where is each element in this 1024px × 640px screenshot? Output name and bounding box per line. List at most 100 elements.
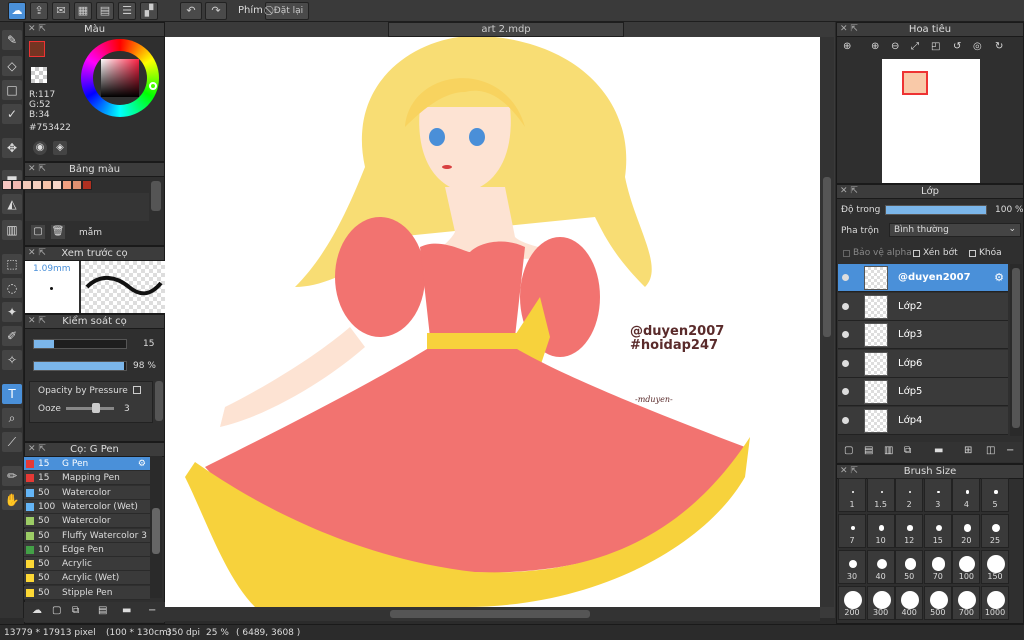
brush-folder-icon[interactable]: ▤	[98, 605, 107, 616]
color-set-icon[interactable]: ◈	[53, 141, 67, 155]
brush-size-preset[interactable]: 200	[838, 586, 866, 620]
brush-size-preset[interactable]: 1000	[981, 586, 1009, 620]
brush-size-preset[interactable]: 1	[838, 478, 866, 512]
hand-tool-icon[interactable]: ✋	[2, 490, 22, 510]
brush-size-preset[interactable]: 12	[895, 514, 924, 548]
brush-item[interactable]: 100 Watercolor (Wet)	[24, 499, 150, 514]
new-layer-halftone-icon[interactable]: ▤	[864, 445, 873, 456]
trash-icon[interactable]: 🗑	[51, 225, 65, 239]
undo-icon[interactable]: ↶	[180, 2, 202, 20]
palette-swatch[interactable]	[2, 180, 12, 190]
eye-icon[interactable]	[842, 359, 849, 367]
brush-size-slider[interactable]	[33, 339, 127, 349]
protect-alpha-checkbox[interactable]	[843, 250, 850, 257]
fit-window-icon[interactable]: ⤢	[911, 41, 919, 52]
zoom-in-icon[interactable]: ⊕	[871, 41, 879, 52]
clip-checkbox[interactable]	[913, 250, 920, 257]
opacity-pressure-checkbox[interactable]	[133, 386, 141, 394]
layer-item[interactable]: Lớp6	[838, 349, 1008, 378]
list-icon[interactable]: ☰	[118, 2, 136, 20]
brush-item[interactable]: 50 Stipple Pen	[24, 585, 150, 600]
lasso-icon[interactable]: ◌	[2, 278, 22, 298]
new-layer-type-icon[interactable]: ▥	[884, 445, 893, 456]
new-palette-icon[interactable]: ▢	[31, 225, 45, 239]
share-icon[interactable]: ⇪	[30, 2, 48, 20]
brush-list-scrollbar[interactable]	[152, 508, 160, 554]
zoom-out-icon[interactable]: ⊖	[891, 41, 899, 52]
grid-icon[interactable]: ▦	[74, 2, 92, 20]
reset-button[interactable]: ⃠ Đặt lại	[265, 2, 309, 20]
merge-layer-icon[interactable]: ⊞	[964, 445, 972, 456]
artwork-canvas[interactable]: @duyen2007 #hoidap247 -mduyen-	[165, 37, 820, 607]
redo-icon[interactable]: ↷	[205, 2, 227, 20]
magic-wand-icon[interactable]: ✦	[2, 302, 22, 322]
brush-size-preset[interactable]: 150	[981, 550, 1009, 584]
palette-swatch[interactable]	[52, 180, 62, 190]
delete-layer-icon[interactable]: −	[1006, 445, 1014, 456]
eye-icon[interactable]	[842, 274, 849, 281]
actual-size-icon[interactable]: ◰	[931, 41, 940, 52]
new-layer-icon[interactable]: ▢	[844, 445, 853, 456]
add-brush-icon[interactable]: ▢	[52, 605, 61, 616]
duplicate-brush-icon[interactable]: ⧉	[72, 605, 79, 616]
bucket-tool-icon[interactable]: ◭	[2, 194, 22, 214]
delete-brush-icon[interactable]: −	[148, 605, 156, 616]
brush-tool-icon[interactable]: ✎	[2, 30, 22, 50]
palette-scrollbar[interactable]	[151, 181, 161, 211]
brush-item[interactable]: 50Watercolor (Square)	[24, 514, 150, 540]
eraser-tool-icon[interactable]: ◇	[2, 56, 22, 76]
brush-size-preset[interactable]: 400	[895, 586, 924, 620]
brush-size-preset[interactable]: 700	[952, 586, 981, 620]
brush-size-preset[interactable]: 30	[838, 550, 866, 584]
blend-mode-select[interactable]: Bình thường ⌄	[889, 223, 1021, 237]
gradient-tool-icon[interactable]: ▥	[2, 220, 22, 240]
palette-swatch[interactable]	[12, 180, 22, 190]
brush-item[interactable]: 50 Acrylic	[24, 557, 150, 572]
brush-size-preset[interactable]: 3	[923, 478, 952, 512]
eye-icon[interactable]	[842, 302, 849, 310]
brush-item[interactable]: 50 Acrylic (Wet)	[24, 571, 150, 586]
brush-item[interactable]: 15 G Pen ⚙	[24, 457, 150, 471]
select-rect-icon[interactable]: ⬚	[2, 254, 22, 274]
brush-item[interactable]: 50 Fluffy Watercolor 3	[24, 528, 150, 543]
eye-icon[interactable]	[842, 331, 849, 338]
select-eraser-icon[interactable]: ✧	[2, 350, 22, 370]
brush-size-preset[interactable]: 2	[895, 478, 924, 512]
main-color-swatch[interactable]	[29, 41, 45, 57]
brush-size-preset[interactable]: 7	[838, 514, 866, 548]
panels-icon[interactable]: ▞	[140, 2, 158, 20]
brush-item[interactable]: 50 Watercolor	[24, 485, 150, 500]
layer-item[interactable]: Lớp5	[838, 378, 1008, 406]
eye-icon[interactable]	[842, 416, 849, 424]
brush-item[interactable]: 10 Edge Pen	[24, 542, 150, 557]
layer-item[interactable]: Lớp4	[838, 406, 1008, 435]
document-tab[interactable]: art 2.mdp	[388, 22, 624, 37]
pen-color-icon[interactable]: ✏	[2, 466, 22, 486]
ooze-slider[interactable]	[66, 403, 114, 413]
cloud-icon[interactable]: ☁	[8, 2, 26, 20]
palette-swatch[interactable]	[82, 180, 92, 190]
zoom-tool-icon[interactable]: ⌕	[2, 408, 22, 428]
layer-scrollbar[interactable]	[1012, 268, 1020, 428]
gear-icon[interactable]: ⚙	[994, 271, 1004, 284]
brush-control-scrollbar[interactable]	[155, 381, 163, 421]
layers-icon[interactable]: ▤	[96, 2, 114, 20]
hue-handle[interactable]	[149, 82, 157, 90]
layer-item[interactable]: @duyen2007 ⚙	[838, 264, 1008, 292]
brush-size-preset[interactable]: 50	[895, 550, 924, 584]
brush-size-preset[interactable]: 1.5	[866, 478, 895, 512]
brush-size-preset[interactable]: 100	[952, 550, 981, 584]
transparent-color-swatch[interactable]	[31, 67, 47, 83]
folder-layer-icon[interactable]: ▬	[934, 445, 943, 456]
brush-size-preset[interactable]: 10	[866, 514, 895, 548]
move-tool-icon[interactable]: ✥	[2, 138, 22, 158]
brush-size-preset[interactable]: 5	[981, 478, 1009, 512]
palette-swatch[interactable]	[22, 180, 32, 190]
hue-ring[interactable]	[81, 39, 159, 117]
gear-icon[interactable]: ⚙	[138, 457, 146, 471]
canvas-hscrollbar[interactable]	[390, 610, 590, 618]
eye-icon[interactable]	[842, 388, 849, 395]
folder-icon[interactable]: ▬	[122, 605, 131, 616]
brush-size-preset[interactable]: 500	[923, 586, 952, 620]
rotate-left-icon[interactable]: ↺	[953, 41, 961, 52]
